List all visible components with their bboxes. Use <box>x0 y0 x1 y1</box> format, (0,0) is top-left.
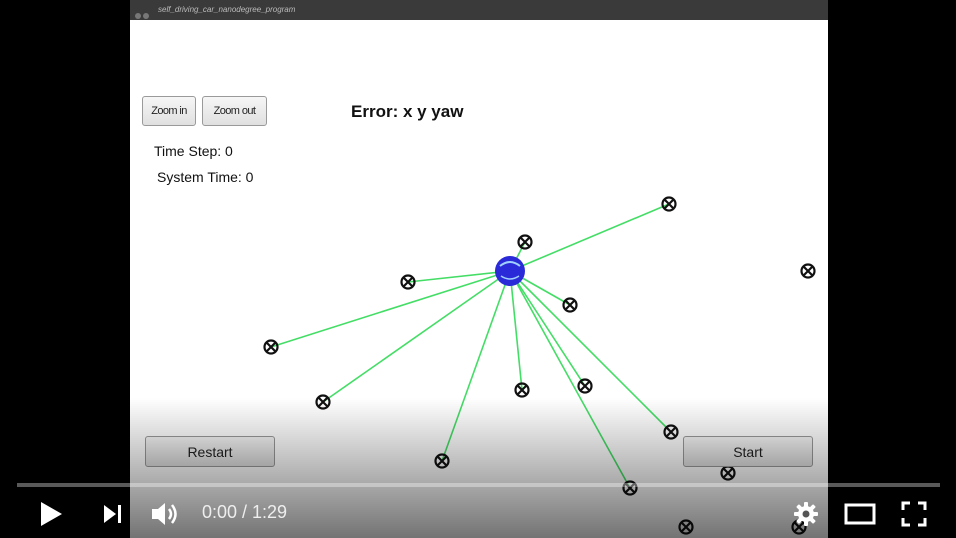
circled-x-icon <box>517 234 533 250</box>
next-icon <box>104 505 121 523</box>
car-marker <box>495 256 525 286</box>
circled-x-icon <box>562 297 578 313</box>
circled-x-icon <box>577 378 593 394</box>
time-display: 0:00 / 1:29 <box>202 502 288 522</box>
volume-button[interactable] <box>150 500 182 533</box>
circled-x-icon <box>661 196 677 212</box>
circled-x-icon <box>678 519 694 535</box>
settings-button[interactable] <box>792 500 820 533</box>
circled-x-icon <box>263 339 279 355</box>
fullscreen-button[interactable] <box>900 500 928 533</box>
restart-button[interactable]: Restart <box>145 436 275 467</box>
theater-mode-icon <box>844 503 876 525</box>
circled-x-icon <box>800 263 816 279</box>
next-button[interactable] <box>102 503 124 530</box>
circled-x-icon <box>663 424 679 440</box>
theater-mode-button[interactable] <box>844 502 876 531</box>
circled-x-icon <box>720 465 736 481</box>
volume-icon <box>152 503 177 525</box>
start-button[interactable]: Start <box>683 436 813 467</box>
play-button[interactable] <box>38 500 64 533</box>
circled-x-icon <box>315 394 331 410</box>
play-icon <box>41 502 62 526</box>
observation-rays <box>270 203 672 489</box>
fullscreen-icon <box>901 501 927 527</box>
gear-icon <box>794 502 818 526</box>
progress-bar[interactable] <box>17 483 940 487</box>
circled-x-icon <box>434 453 450 469</box>
